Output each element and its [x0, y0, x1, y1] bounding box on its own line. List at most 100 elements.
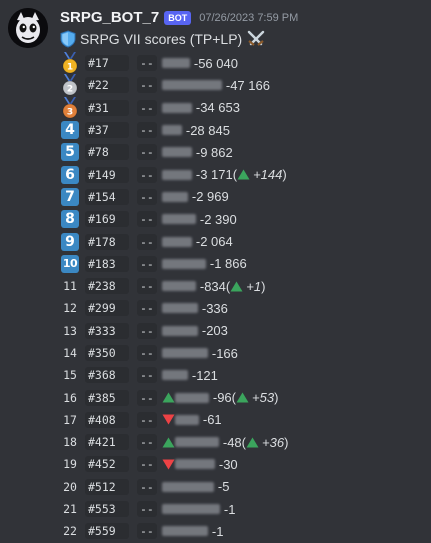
player-name-redacted — [161, 236, 192, 247]
player-name-redacted — [174, 392, 209, 403]
score-value: 28 845 — [190, 122, 230, 138]
score-value: 2 064 — [200, 234, 233, 250]
down-triangle-icon — [162, 459, 175, 470]
score-value: 121 — [196, 367, 218, 383]
rank-number: 20 — [63, 479, 77, 494]
rank-keycap: 9 — [61, 232, 79, 251]
player-id: #512 — [85, 478, 129, 495]
rank-keycap: 10 — [61, 254, 79, 273]
player-id: #452 — [85, 456, 129, 473]
rank-cell: 8 — [60, 209, 80, 229]
title-text: SRPG VII scores (TP+LP) — [80, 31, 243, 47]
score-value: 203 — [206, 323, 228, 339]
player-id: #178 — [85, 233, 129, 250]
player-name-redacted — [174, 414, 199, 425]
username[interactable]: SRPG_BOT_7 — [60, 9, 159, 26]
score-row: 22 #559 -- - 1 — [60, 520, 288, 542]
bronze-medal-icon: 3 — [62, 96, 78, 119]
score-value: 61 — [207, 412, 222, 428]
player-id: #183 — [85, 255, 129, 272]
player-id: #408 — [85, 411, 129, 428]
rank-cell: 7 — [60, 187, 80, 207]
rank-cell: 3 — [60, 96, 80, 119]
score-row: 18 #421 -- - 48 ( +36) — [60, 431, 288, 453]
score-row: 5 #78 -- - 9 862 — [60, 141, 288, 163]
player-name-redacted — [161, 370, 188, 381]
up-triangle-icon — [236, 392, 249, 403]
score-row: 4 #37 -- - 28 845 — [60, 119, 288, 141]
separator: -- — [137, 389, 157, 406]
player-name-redacted — [161, 481, 214, 492]
score-value: 2 969 — [196, 189, 229, 205]
score-row: 19 #452 -- - 30 — [60, 453, 288, 475]
score-row: 1 #17 -- - 56 040 — [60, 52, 288, 74]
score-value: 9 862 — [200, 144, 233, 160]
rank-cell: 2 — [60, 74, 80, 96]
rank-number: 14 — [63, 346, 77, 360]
score-value: 34 653 — [200, 100, 240, 116]
rank-number: 21 — [63, 502, 77, 517]
score-row: 21 #553 -- - 1 — [60, 498, 288, 520]
player-name-redacted — [161, 348, 208, 358]
score-value: 834 — [204, 278, 226, 294]
rank-number: 16 — [63, 390, 77, 405]
rank-number: 13 — [63, 323, 77, 338]
message-title: SRPG VII scores (TP+LP) — [60, 30, 266, 48]
player-id: #78 — [85, 144, 129, 161]
change-close: ) — [282, 167, 287, 183]
up-triangle-icon — [162, 437, 175, 448]
player-name-redacted — [161, 125, 182, 136]
crossed-swords-icon — [248, 30, 265, 46]
player-id: #333 — [85, 322, 129, 339]
rank-cell: 4 — [60, 120, 80, 140]
separator: -- — [137, 478, 157, 495]
medal-rank-number: 2 — [67, 85, 73, 95]
avatar[interactable] — [8, 8, 48, 48]
score-list: 1 #17 -- - 56 040 2 #22 -- - 47 166 3 #31 -- - 34 6… — [60, 52, 288, 543]
score-value: 1 866 — [214, 256, 247, 272]
rank-cell: 17 — [60, 410, 80, 430]
score-row: 10 #183 -- - 1 866 — [60, 253, 288, 275]
score-value: 5 — [222, 479, 230, 495]
separator: -- — [137, 322, 157, 339]
rank-number: 12 — [63, 301, 77, 316]
separator: -- — [137, 434, 157, 451]
player-name-redacted — [174, 437, 219, 448]
score-value: 166 — [216, 345, 238, 361]
silver-medal-icon: 2 — [62, 74, 78, 96]
score-row: 7 #154 -- - 2 969 — [60, 186, 288, 208]
change-close: ) — [274, 390, 279, 406]
score-row: 2 #22 -- - 47 166 — [60, 74, 288, 96]
player-id: #421 — [85, 434, 129, 451]
rank-cell: 11 — [60, 276, 80, 296]
change-close: ) — [284, 434, 289, 450]
rank-cell: 13 — [60, 321, 80, 341]
player-id: #17 — [85, 55, 129, 72]
score-row: 15 #368 -- - 121 — [60, 364, 288, 386]
player-name-redacted — [161, 258, 206, 269]
score-row: 3 #31 -- - 34 653 — [60, 96, 288, 119]
rank-cell: 18 — [60, 432, 80, 452]
timestamp[interactable]: 07/26/2023 7:59 PM — [199, 12, 298, 24]
score-row: 16 #385 -- - 96 ( +53) — [60, 386, 288, 408]
change-close: ) — [261, 278, 266, 294]
player-id: #149 — [85, 166, 129, 183]
rank-keycap: 4 — [61, 121, 79, 140]
separator: -- — [137, 144, 157, 161]
bot-avatar-icon — [8, 8, 48, 48]
separator: -- — [137, 77, 157, 94]
score-change: +144 — [253, 167, 283, 183]
score-change: +1 — [246, 278, 262, 294]
rank-cell: 22 — [60, 521, 80, 541]
player-id: #31 — [85, 99, 129, 116]
rank-cell: 15 — [60, 365, 80, 385]
score-value: 336 — [206, 300, 228, 316]
score-row: 17 #408 -- - 61 — [60, 409, 288, 431]
bot-badge: BOT — [164, 10, 192, 25]
player-name-redacted — [161, 191, 188, 202]
separator: -- — [137, 411, 157, 428]
separator: -- — [137, 523, 157, 540]
score-row: 11 #238 -- - 834 ( +1) — [60, 275, 288, 297]
up-triangle-icon — [246, 437, 259, 448]
medal-rank-number: 1 — [67, 63, 73, 73]
